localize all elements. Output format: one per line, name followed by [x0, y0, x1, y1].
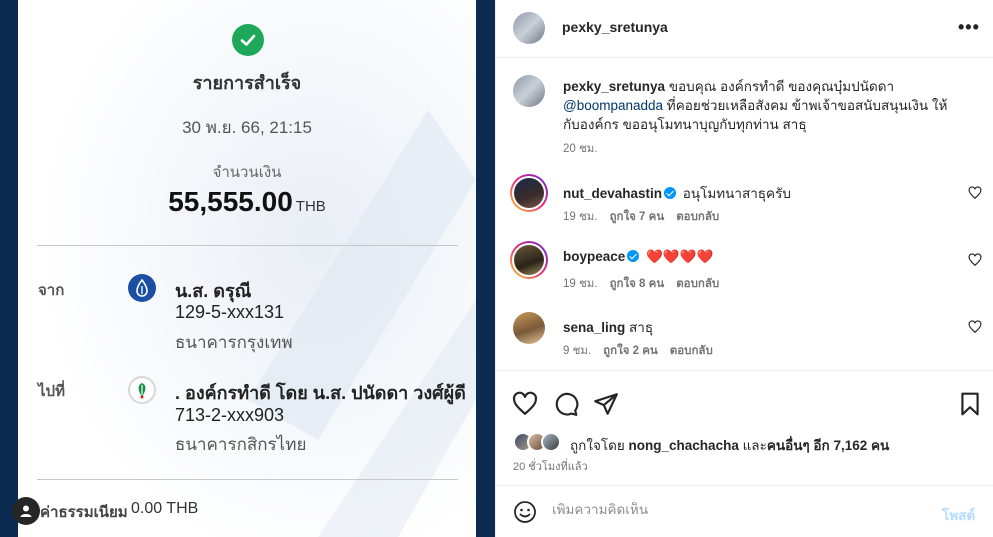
caption-author-avatar[interactable] [513, 75, 545, 107]
likes-summary: ถูกใจโดย nong_chachacha และคนอื่นๆ อีก 7… [570, 434, 889, 456]
fee-label: ค่าธรรมเนียม [40, 504, 128, 521]
fee-value: 0.00 THB [131, 500, 199, 517]
likes-others[interactable]: คนอื่นๆ อีก 7,162 คน [767, 438, 889, 453]
post-comment-button[interactable]: โพสต์ [942, 504, 975, 526]
comment-bubble-icon[interactable] [553, 391, 579, 417]
comment-row: boypeace ❤️❤️❤️❤️ [563, 249, 713, 265]
comment-likes[interactable]: ถูกใจ 7 คน [610, 211, 665, 223]
comment-input[interactable] [552, 502, 932, 517]
slip-datetime: 30 พ.ย. 66, 21:15 [182, 118, 312, 137]
to-bank-name: ธนาคารกสิกรไทย [175, 435, 307, 454]
bangkok-bank-logo-icon [128, 274, 156, 302]
like-comment-heart-icon[interactable] [968, 253, 982, 267]
divider [37, 245, 458, 246]
share-send-icon[interactable] [593, 391, 619, 417]
author-username[interactable]: pexky_sretunya [562, 19, 668, 35]
reply-button[interactable]: ตอบกลับ [670, 345, 713, 357]
likes-user[interactable]: nong_chachacha [629, 438, 739, 453]
comment-username[interactable]: nut_devahastin [563, 186, 662, 201]
comment-time[interactable]: 19 ชม. [563, 211, 598, 223]
kasikorn-bank-logo-icon [128, 376, 156, 404]
from-bank-name: ธนาคารกรุงเทพ [175, 333, 293, 352]
to-label: ไปที่ [38, 383, 65, 400]
reply-button[interactable]: ตอบกลับ [676, 278, 719, 290]
amount: 55,555.00 THB [18, 186, 476, 218]
instagram-post-modal: รายการสำเร็จ 30 พ.ย. 66, 21:15 จำนวนเงิน… [0, 0, 993, 537]
comment-composer: โพสต์ [496, 485, 993, 537]
verified-badge-icon [664, 187, 677, 199]
comment-likes[interactable]: ถูกใจ 8 คน [610, 278, 665, 290]
success-check-icon [232, 24, 264, 56]
to-account-number: 713-2-xxx903 [175, 405, 285, 425]
liker-avatar [541, 432, 561, 452]
likes-prefix: ถูกใจโดย [570, 438, 625, 453]
from-account-number: 129-5-xxx131 [175, 302, 285, 322]
caption-text: ขอบคุณ องค์กรทำดี ของคุณบุ๋มปนัดดา [668, 79, 895, 94]
post-caption: pexky_sretunya ขอบคุณ องค์กรทำดี ของคุณบ… [563, 77, 963, 134]
comment-time[interactable]: 9 ชม. [563, 345, 591, 357]
caption-username[interactable]: pexky_sretunya [563, 79, 665, 94]
comment-avatar[interactable] [510, 174, 548, 212]
tagged-user-icon[interactable] [12, 497, 40, 525]
comment-avatar[interactable] [513, 312, 545, 344]
comment-row: nut_devahastin อนุโมทนาสาธุครับ [563, 182, 791, 204]
comment-time[interactable]: 19 ชม. [563, 278, 598, 290]
comment-meta: 9 ชม. ถูกใจ 2 คน ตอบกลับ [563, 342, 725, 360]
comment-likes[interactable]: ถูกใจ 2 คน [603, 345, 658, 357]
comment-row: sena_ling สาธุ [563, 316, 653, 338]
comment-text: อนุโมทนาสาธุครับ [682, 186, 791, 201]
amount-currency: THB [295, 198, 326, 215]
comment-text: ❤️❤️❤️❤️ [646, 249, 714, 264]
amount-value: 55,555.00 [168, 186, 293, 217]
from-label: จาก [38, 282, 65, 299]
divider [37, 479, 458, 480]
comment-username[interactable]: sena_ling [563, 320, 625, 335]
comment-avatar[interactable] [510, 241, 548, 279]
slip-title: รายการสำเร็จ [192, 73, 302, 93]
post-actions [496, 370, 993, 430]
comment-meta: 19 ชม. ถูกใจ 7 คน ตอบกลับ [563, 208, 731, 226]
post-timestamp[interactable]: 20 ชั่วโมงที่แล้ว [513, 457, 588, 475]
post-sidebar: pexky_sretunya ••• pexky_sretunya ขอบคุณ… [495, 0, 993, 537]
comment-meta: 19 ชม. ถูกใจ 8 คน ตอบกลับ [563, 275, 731, 293]
like-comment-heart-icon[interactable] [968, 186, 982, 200]
caption-mention[interactable]: @boompanadda [563, 98, 663, 113]
likes-and: และ [742, 438, 767, 453]
verified-badge-icon [627, 250, 640, 262]
more-options-icon[interactable]: ••• [958, 17, 980, 38]
save-bookmark-icon[interactable] [957, 391, 983, 417]
comment-text: สาธุ [629, 320, 654, 335]
post-header: pexky_sretunya ••• [496, 0, 993, 58]
transfer-slip: รายการสำเร็จ 30 พ.ย. 66, 21:15 จำนวนเงิน… [18, 0, 476, 537]
amount-label: จำนวนเงิน [212, 164, 282, 181]
reply-button[interactable]: ตอบกลับ [676, 211, 719, 223]
from-account-name: น.ส. ดรุณี [175, 281, 252, 301]
like-heart-icon[interactable] [512, 391, 538, 417]
caption-time[interactable]: 20 ชม. [563, 140, 598, 158]
emoji-smiley-icon[interactable] [513, 500, 537, 524]
comment-username[interactable]: boypeace [563, 249, 625, 264]
post-image[interactable]: รายการสำเร็จ 30 พ.ย. 66, 21:15 จำนวนเงิน… [0, 0, 495, 537]
like-comment-heart-icon[interactable] [968, 320, 982, 334]
to-account-name: . องค์กรทำดี โดย น.ส. ปนัดดา วงศ์ผู้ดี [175, 383, 466, 403]
author-avatar[interactable] [513, 12, 545, 44]
